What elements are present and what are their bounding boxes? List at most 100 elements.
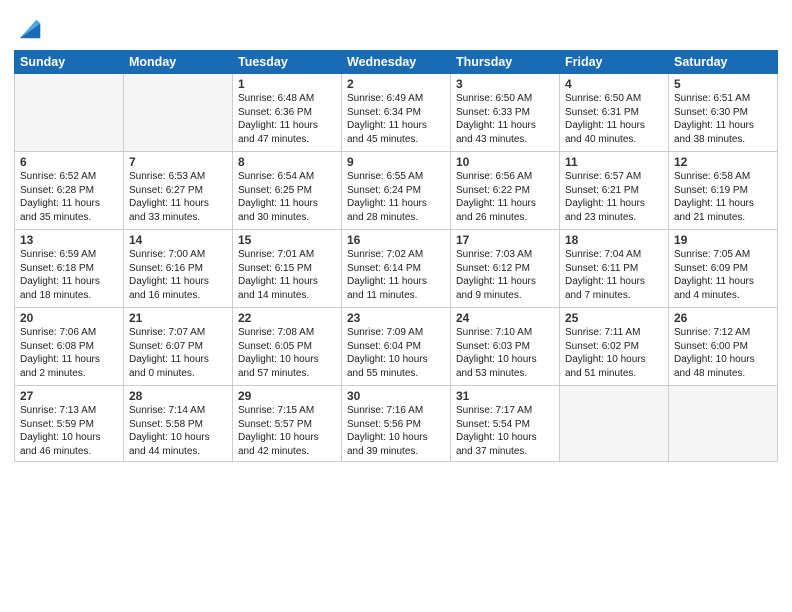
calendar-cell: 21 Sunrise: 7:07 AM Sunset: 6:07 PM Dayli… [124, 308, 233, 386]
cell-info: Sunrise: 7:10 AM Sunset: 6:03 PM Dayligh… [456, 327, 537, 379]
calendar-cell: 19Sunrise: 7:05 AM Sunset: 6:09 PM Dayli… [669, 230, 778, 308]
cell-info: Sunrise: 7:08 AM Sunset: 6:05 PM Dayligh… [238, 327, 319, 379]
calendar-cell: 15 Sunrise: 7:01 AM Sunset: 6:15 PM Dayli… [233, 230, 342, 308]
day-number: 13 [20, 233, 118, 247]
day-number: 14 [129, 233, 227, 247]
cell-info: Sunrise: 7:09 AM Sunset: 6:04 PM Dayligh… [347, 327, 428, 379]
calendar-cell: 7 Sunrise: 6:53 AM Sunset: 6:27 PM Daylig… [124, 152, 233, 230]
calendar-cell: 26 Sunrise: 7:12 AM Sunset: 6:00 PM Dayli… [669, 308, 778, 386]
day-number: 21 [129, 311, 227, 325]
col-header-wednesday: Wednesday [342, 51, 451, 74]
day-number: 22 [238, 311, 336, 325]
day-number: 25 [565, 311, 663, 325]
cell-info: Sunrise: 7:05 AM Sunset: 6:09 PM Dayligh… [674, 249, 754, 301]
day-number: 18 [565, 233, 663, 247]
week-row-5: 27 Sunrise: 7:13 AM Sunset: 5:59 PM Dayli… [15, 386, 778, 462]
header [14, 10, 778, 42]
day-number: 23 [347, 311, 445, 325]
day-number: 8 [238, 155, 336, 169]
calendar-cell: 23 Sunrise: 7:09 AM Sunset: 6:04 PM Dayli… [342, 308, 451, 386]
day-number: 15 [238, 233, 336, 247]
calendar-cell: 2 Sunrise: 6:49 AM Sunset: 6:34 PM Daylig… [342, 74, 451, 152]
day-number: 27 [20, 389, 118, 403]
week-row-3: 13 Sunrise: 6:59 AM Sunset: 6:18 PM Dayli… [15, 230, 778, 308]
calendar-cell: 1 Sunrise: 6:48 AM Sunset: 6:36 PM Daylig… [233, 74, 342, 152]
col-header-thursday: Thursday [451, 51, 560, 74]
cell-info: Sunrise: 6:55 AM Sunset: 6:24 PM Dayligh… [347, 171, 427, 223]
day-number: 6 [20, 155, 118, 169]
calendar-cell: 14 Sunrise: 7:00 AM Sunset: 6:16 PM Dayli… [124, 230, 233, 308]
cell-info: Sunrise: 7:17 AM Sunset: 5:54 PM Dayligh… [456, 405, 537, 457]
cell-info: Sunrise: 7:03 AM Sunset: 6:12 PM Dayligh… [456, 249, 536, 301]
calendar-cell: 30 Sunrise: 7:16 AM Sunset: 5:56 PM Dayli… [342, 386, 451, 462]
week-row-2: 6 Sunrise: 6:52 AM Sunset: 6:28 PM Daylig… [15, 152, 778, 230]
cell-info: Sunrise: 6:50 AM Sunset: 6:31 PM Dayligh… [565, 93, 645, 145]
day-number: 17 [456, 233, 554, 247]
day-number: 4 [565, 77, 663, 91]
calendar-cell: 8Sunrise: 6:54 AM Sunset: 6:25 PM Daylig… [233, 152, 342, 230]
cell-info: Sunrise: 7:00 AM Sunset: 6:16 PM Dayligh… [129, 249, 209, 301]
day-number: 5 [674, 77, 772, 91]
calendar-cell [15, 74, 124, 152]
logo-icon [16, 14, 44, 42]
calendar-cell [124, 74, 233, 152]
calendar-cell: 4 Sunrise: 6:50 AM Sunset: 6:31 PM Daylig… [560, 74, 669, 152]
col-header-sunday: Sunday [15, 51, 124, 74]
cell-info: Sunrise: 7:07 AM Sunset: 6:07 PM Dayligh… [129, 327, 209, 379]
cell-info: Sunrise: 7:14 AM Sunset: 5:58 PM Dayligh… [129, 405, 210, 457]
col-header-saturday: Saturday [669, 51, 778, 74]
cell-info: Sunrise: 7:01 AM Sunset: 6:15 PM Dayligh… [238, 249, 318, 301]
day-number: 29 [238, 389, 336, 403]
day-number: 30 [347, 389, 445, 403]
calendar-cell: 27 Sunrise: 7:13 AM Sunset: 5:59 PM Dayli… [15, 386, 124, 462]
day-number: 28 [129, 389, 227, 403]
calendar-cell: 28 Sunrise: 7:14 AM Sunset: 5:58 PM Dayli… [124, 386, 233, 462]
day-number: 16 [347, 233, 445, 247]
calendar-cell: 13 Sunrise: 6:59 AM Sunset: 6:18 PM Dayli… [15, 230, 124, 308]
col-header-friday: Friday [560, 51, 669, 74]
week-row-1: 1 Sunrise: 6:48 AM Sunset: 6:36 PM Daylig… [15, 74, 778, 152]
cell-info: Sunrise: 7:02 AM Sunset: 6:14 PM Dayligh… [347, 249, 427, 301]
calendar-cell: 16 Sunrise: 7:02 AM Sunset: 6:14 PM Dayli… [342, 230, 451, 308]
col-header-tuesday: Tuesday [233, 51, 342, 74]
day-number: 1 [238, 77, 336, 91]
cell-info: Sunrise: 6:53 AM Sunset: 6:27 PM Dayligh… [129, 171, 209, 223]
cell-info: Sunrise: 6:59 AM Sunset: 6:18 PM Dayligh… [20, 249, 100, 301]
calendar-cell: 12Sunrise: 6:58 AM Sunset: 6:19 PM Dayli… [669, 152, 778, 230]
cell-info: Sunrise: 6:49 AM Sunset: 6:34 PM Dayligh… [347, 93, 427, 145]
day-number: 2 [347, 77, 445, 91]
cell-info: Sunrise: 7:13 AM Sunset: 5:59 PM Dayligh… [20, 405, 101, 457]
main-container: SundayMondayTuesdayWednesdayThursdayFrid… [0, 0, 792, 468]
cell-info: Sunrise: 6:50 AM Sunset: 6:33 PM Dayligh… [456, 93, 536, 145]
logo [14, 14, 44, 42]
day-number: 11 [565, 155, 663, 169]
cell-info: Sunrise: 7:16 AM Sunset: 5:56 PM Dayligh… [347, 405, 428, 457]
header-row: SundayMondayTuesdayWednesdayThursdayFrid… [15, 51, 778, 74]
calendar-cell: 17 Sunrise: 7:03 AM Sunset: 6:12 PM Dayli… [451, 230, 560, 308]
col-header-monday: Monday [124, 51, 233, 74]
day-number: 3 [456, 77, 554, 91]
cell-info: Sunrise: 7:11 AM Sunset: 6:02 PM Dayligh… [565, 327, 646, 379]
calendar-cell: 9Sunrise: 6:55 AM Sunset: 6:24 PM Daylig… [342, 152, 451, 230]
cell-info: Sunrise: 6:57 AM Sunset: 6:21 PM Dayligh… [565, 171, 645, 223]
day-number: 12 [674, 155, 772, 169]
day-number: 26 [674, 311, 772, 325]
cell-info: Sunrise: 7:15 AM Sunset: 5:57 PM Dayligh… [238, 405, 319, 457]
calendar-cell: 18 Sunrise: 7:04 AM Sunset: 6:11 PM Dayli… [560, 230, 669, 308]
cell-info: Sunrise: 7:06 AM Sunset: 6:08 PM Dayligh… [20, 327, 100, 379]
calendar-cell: 20Sunrise: 7:06 AM Sunset: 6:08 PM Dayli… [15, 308, 124, 386]
calendar-cell [560, 386, 669, 462]
calendar-cell: 24 Sunrise: 7:10 AM Sunset: 6:03 PM Dayli… [451, 308, 560, 386]
cell-info: Sunrise: 7:04 AM Sunset: 6:11 PM Dayligh… [565, 249, 645, 301]
calendar-cell: 22 Sunrise: 7:08 AM Sunset: 6:05 PM Dayli… [233, 308, 342, 386]
calendar-cell: 6 Sunrise: 6:52 AM Sunset: 6:28 PM Daylig… [15, 152, 124, 230]
cell-info: Sunrise: 7:12 AM Sunset: 6:00 PM Dayligh… [674, 327, 755, 379]
cell-info: Sunrise: 6:48 AM Sunset: 6:36 PM Dayligh… [238, 93, 318, 145]
day-number: 7 [129, 155, 227, 169]
calendar-cell [669, 386, 778, 462]
cell-info: Sunrise: 6:52 AM Sunset: 6:28 PM Dayligh… [20, 171, 100, 223]
day-number: 24 [456, 311, 554, 325]
calendar-cell: 5Sunrise: 6:51 AM Sunset: 6:30 PM Daylig… [669, 74, 778, 152]
week-row-4: 20Sunrise: 7:06 AM Sunset: 6:08 PM Dayli… [15, 308, 778, 386]
calendar-cell: 29 Sunrise: 7:15 AM Sunset: 5:57 PM Dayli… [233, 386, 342, 462]
